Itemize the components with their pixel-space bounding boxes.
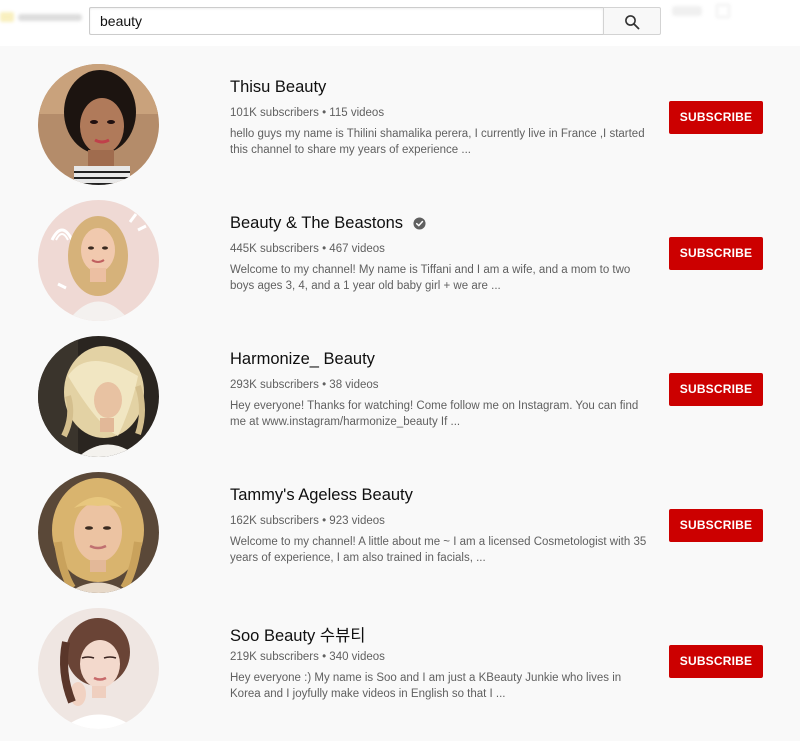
channel-meta: 445K subscribers • 467 videos [230, 243, 385, 255]
avatar-beastons-image [38, 200, 159, 321]
channel-name[interactable]: Thisu Beauty [230, 78, 326, 96]
subscribe-button[interactable]: SUBSCRIBE [669, 509, 763, 542]
video-count: 340 videos [329, 651, 385, 663]
avatar-soo-image [38, 608, 159, 729]
subscribe-button[interactable]: SUBSCRIBE [669, 373, 763, 406]
channel-name[interactable]: Soo Beauty 수뷰티 [230, 627, 365, 645]
channel-avatar[interactable] [38, 200, 159, 321]
avatar-thisu-image [38, 64, 159, 185]
subscriber-count: 219K subscribers [230, 651, 319, 663]
channel-name[interactable]: Tammy's Ageless Beauty [230, 486, 413, 504]
subscribe-button[interactable]: SUBSCRIBE [669, 237, 763, 270]
header-action-item [672, 6, 702, 16]
top-bar [0, 0, 800, 46]
channel-description: Welcome to my channel! My name is Tiffan… [230, 264, 631, 292]
logo-icon [0, 12, 14, 22]
video-count: 38 videos [329, 379, 379, 391]
channel-title-line: Thisu Beauty [230, 78, 326, 100]
subscriber-count: 445K subscribers [230, 243, 319, 255]
channel-result[interactable]: Thisu Beauty 101K subscribers • 115 vide… [0, 46, 800, 185]
channel-title-line: Beauty & The Beastons [230, 214, 426, 236]
channel-result[interactable]: Harmonize_ Beauty 293K subscribers • 38 … [0, 318, 800, 457]
avatar-tammy-image [38, 472, 159, 593]
channel-meta: 101K subscribers • 115 videos [230, 107, 384, 119]
subscriber-count: 293K subscribers [230, 379, 319, 391]
channel-name[interactable]: Harmonize_ Beauty [230, 350, 375, 368]
search-input[interactable] [90, 8, 590, 34]
subscribe-button[interactable]: SUBSCRIBE [669, 101, 763, 134]
video-count: 115 videos [329, 107, 385, 119]
search-box [89, 7, 603, 35]
logo-wordmark [18, 14, 82, 21]
channel-meta: 293K subscribers • 38 videos [230, 379, 379, 391]
channel-meta: 219K subscribers • 340 videos [230, 651, 385, 663]
channel-avatar[interactable] [38, 64, 159, 185]
channel-description: hello guys my name is Thilini shamalika … [230, 128, 645, 156]
header-actions [672, 2, 744, 22]
channel-description: Hey everyone! Thanks for watching! Come … [230, 400, 639, 428]
search-icon [625, 15, 640, 30]
video-count: 467 videos [329, 243, 385, 255]
channel-title-line: Soo Beauty 수뷰티 [230, 622, 365, 645]
logo[interactable] [0, 10, 82, 26]
channel-avatar[interactable] [38, 336, 159, 457]
channel-title-line: Harmonize_ Beauty [230, 350, 375, 372]
subscriber-count: 162K subscribers [230, 515, 319, 527]
channel-avatar[interactable] [38, 472, 159, 593]
subscribe-button[interactable]: SUBSCRIBE [669, 645, 763, 678]
upload-icon [716, 4, 730, 18]
avatar-harmonize-image [38, 336, 159, 457]
channel-result[interactable]: Tammy's Ageless Beauty 162K subscribers … [0, 454, 800, 593]
verified-badge-icon [412, 217, 426, 230]
channel-result[interactable]: Soo Beauty 수뷰티 219K subscribers • 340 vi… [0, 590, 800, 729]
channel-name[interactable]: Beauty & The Beastons [230, 214, 403, 232]
channel-title-line: Tammy's Ageless Beauty [230, 486, 413, 508]
video-count: 923 videos [329, 515, 385, 527]
subscriber-count: 101K subscribers [230, 107, 319, 119]
search-button[interactable] [603, 7, 661, 35]
channel-meta: 162K subscribers • 923 videos [230, 515, 385, 527]
channel-result[interactable]: Beauty & The Beastons 445K subscribers •… [0, 182, 800, 321]
channel-description: Welcome to my channel! A little about me… [230, 536, 647, 564]
channel-description: Hey everyone :) My name is Soo and I am … [230, 672, 622, 700]
channel-avatar[interactable] [38, 608, 159, 729]
